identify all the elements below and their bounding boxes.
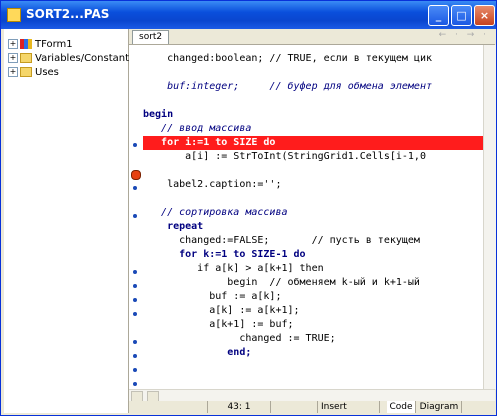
code-line: a[i] := StrToInt(StringGrid1.Cells[i-1,0	[143, 151, 426, 162]
code-line: for k:=1 to SIZE-1 do	[143, 249, 306, 260]
tree-item-tform1[interactable]: + TForm1	[8, 39, 73, 52]
nav-arrows[interactable]: ← · → ·	[439, 30, 489, 40]
window-title: SORT2...PAS	[26, 7, 110, 21]
editor-window: SORT2...PAS _ □ × + TForm1 + Variables/Con…	[0, 0, 497, 416]
editor-tabs: sort2 ← · → ·	[129, 29, 495, 45]
tree-item-uses[interactable]: + Uses	[8, 67, 59, 80]
status-bar: 43: 1 Insert Code Diagram	[129, 401, 495, 413]
code-line: if a[k] > a[k+1] then	[143, 263, 324, 274]
expand-icon[interactable]: +	[8, 67, 18, 77]
tree-item-variables[interactable]: + Variables/Constants	[8, 53, 134, 66]
title-bar[interactable]: SORT2...PAS _ □ ×	[1, 1, 496, 29]
cursor-position: 43: 1	[208, 401, 271, 413]
breakpoint-icon[interactable]	[131, 170, 141, 180]
code-line: // сортировка массива	[143, 207, 288, 218]
gutter[interactable]	[129, 45, 143, 389]
close-button[interactable]: ×	[474, 5, 495, 26]
code-line: begin	[143, 109, 174, 120]
line-marker-icon	[133, 298, 137, 302]
line-marker-icon	[133, 214, 137, 218]
tab-diagram[interactable]: Diagram	[417, 401, 462, 413]
class-icon	[20, 39, 32, 49]
tab-code[interactable]: Code	[387, 401, 416, 413]
code-line: begin // обменяем k-ый и k+1-ый	[143, 277, 420, 288]
insert-mode: Insert	[318, 401, 380, 413]
line-marker-icon	[133, 354, 137, 358]
folder-icon	[20, 67, 32, 77]
maximize-button[interactable]: □	[451, 5, 472, 26]
line-marker-icon	[133, 143, 137, 147]
code-explorer: + TForm1 + Variables/Constants + Uses	[4, 29, 134, 413]
line-marker-icon	[133, 186, 137, 190]
line-marker-icon	[133, 312, 137, 316]
code-line: a[k+1] := buf;	[143, 319, 294, 330]
code-line: a[k] := a[k+1];	[143, 305, 300, 316]
vertical-scrollbar[interactable]	[483, 45, 496, 389]
expand-icon[interactable]: +	[8, 53, 18, 63]
minimize-button[interactable]: _	[428, 5, 449, 26]
code-line: changed:=FALSE; // пусть в текущем	[143, 235, 420, 246]
code-line: repeat	[143, 221, 204, 232]
file-icon	[7, 8, 21, 22]
code-line: changed:boolean; // TRUE, если в текущем…	[143, 53, 432, 64]
line-marker-icon	[133, 340, 137, 344]
code-line: label2.caption:='';	[143, 179, 282, 190]
code-line: buf := a[k];	[143, 291, 282, 302]
code-line: buf:integer; // буфер для обмена элемент	[143, 81, 432, 92]
code-line-breakpoint: for i:=1 to SIZE do	[143, 137, 276, 148]
code-line: changed := TRUE;	[143, 333, 336, 344]
line-marker-icon	[133, 270, 137, 274]
code-line: // ввод массива	[143, 123, 252, 134]
code-line: end;	[143, 347, 252, 358]
code-area[interactable]: changed:boolean; // TRUE, если в текущем…	[143, 45, 483, 389]
line-marker-icon	[133, 284, 137, 288]
expand-icon[interactable]: +	[8, 39, 18, 49]
code-editor: sort2 ← · → · changed:boolean; // TRUE, …	[129, 29, 496, 413]
tab-sort2[interactable]: sort2	[132, 30, 170, 44]
line-marker-icon	[133, 382, 137, 386]
line-marker-icon	[133, 368, 137, 372]
folder-icon	[20, 53, 32, 63]
